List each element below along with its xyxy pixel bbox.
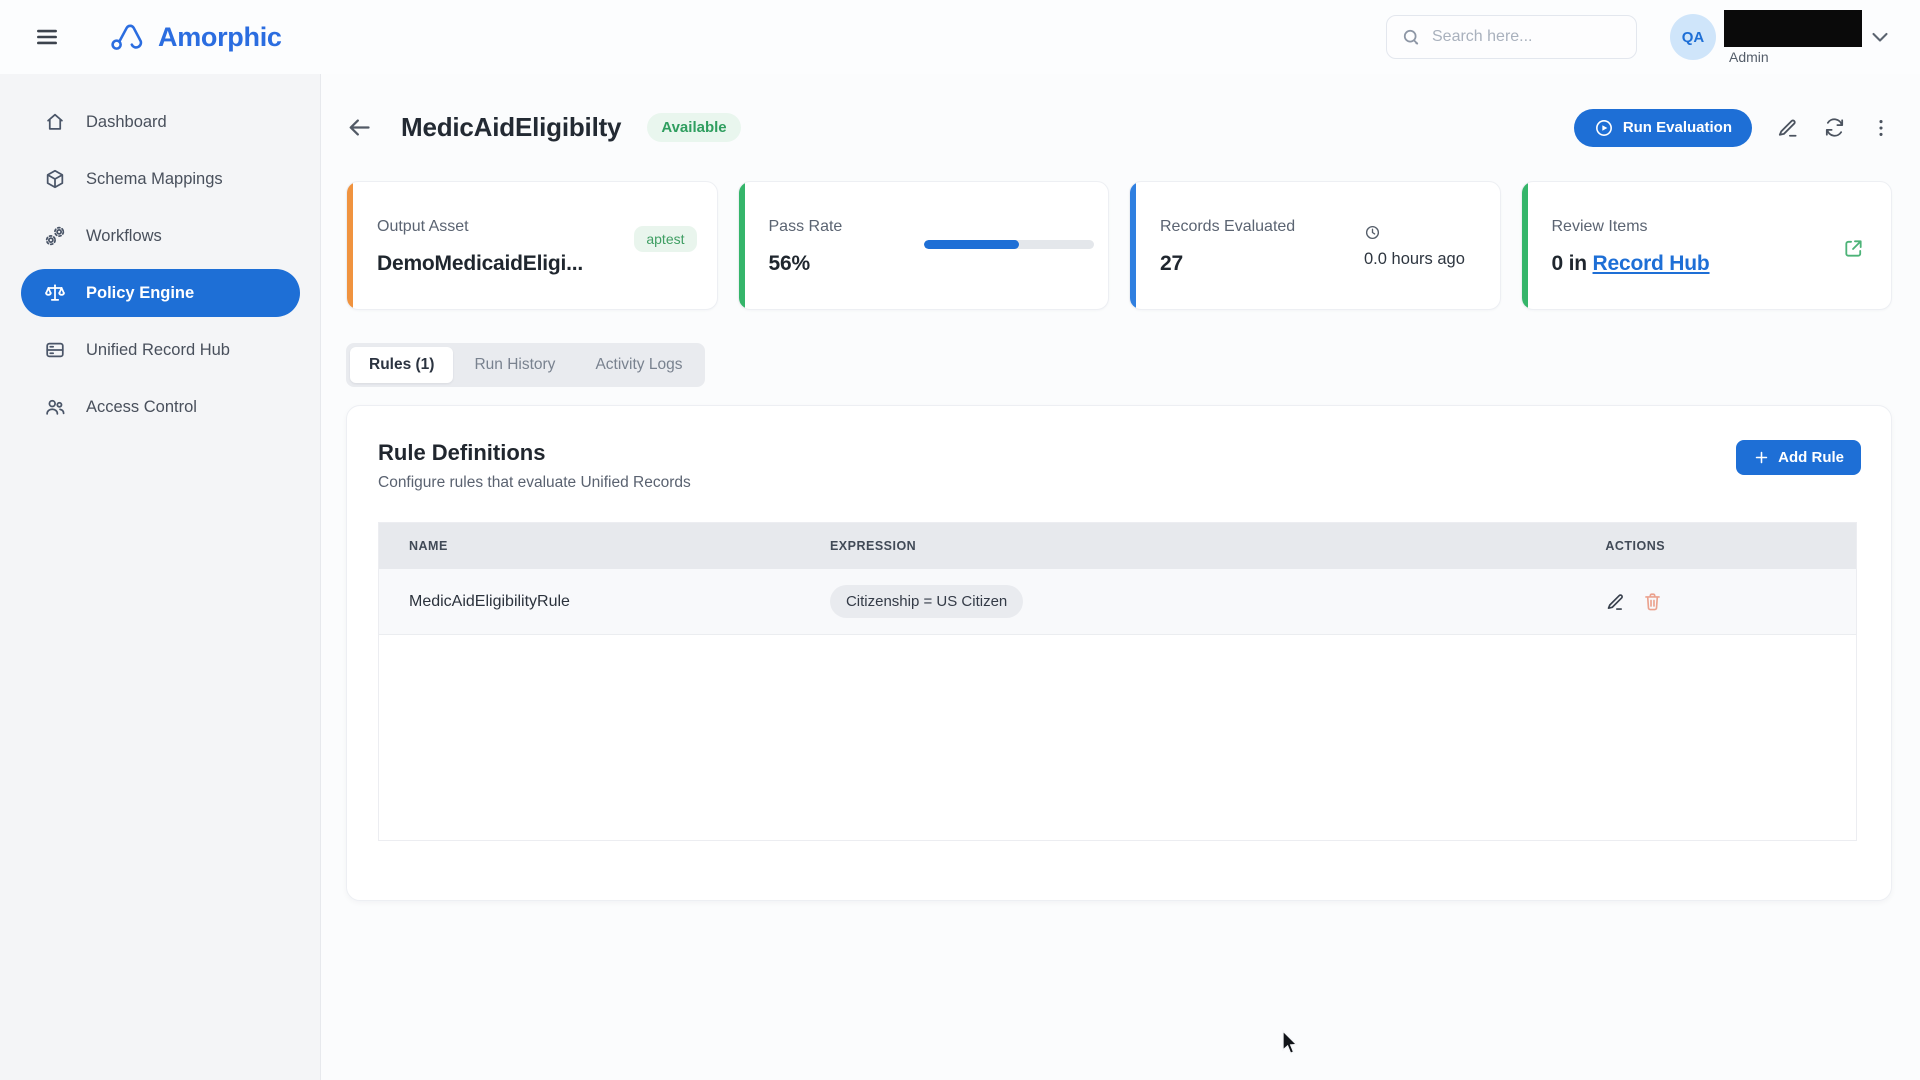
column-header-expression: EXPRESSION bbox=[800, 539, 1575, 553]
scales-icon bbox=[44, 282, 66, 304]
sidebar-item-label: Workflows bbox=[86, 227, 162, 246]
accent-bar bbox=[347, 182, 353, 309]
rule-definitions-card: Rule Definitions Configure rules that ev… bbox=[346, 405, 1892, 901]
accent-bar bbox=[739, 182, 745, 309]
sidebar-item-label: Access Control bbox=[86, 398, 197, 417]
stat-label: Review Items bbox=[1552, 218, 1872, 236]
search-input[interactable] bbox=[1432, 28, 1622, 46]
hamburger-menu-icon[interactable] bbox=[33, 23, 61, 51]
sidebar-item-dashboard[interactable]: Dashboard bbox=[21, 98, 300, 146]
sidebar-item-policy-engine[interactable]: Policy Engine bbox=[21, 269, 300, 317]
plus-icon bbox=[1753, 449, 1770, 466]
workflow-icon bbox=[44, 225, 66, 247]
chevron-down-icon[interactable] bbox=[1868, 25, 1892, 49]
redacted-username bbox=[1724, 10, 1862, 47]
kebab-menu-icon[interactable] bbox=[1870, 117, 1892, 139]
record-hub-icon bbox=[44, 339, 66, 361]
stat-value: 56% bbox=[769, 252, 1089, 276]
add-rule-label: Add Rule bbox=[1778, 449, 1844, 466]
stat-cards: Output Asset DemoMedicaidEligi... aptest… bbox=[346, 181, 1892, 310]
rule-definitions-subtitle: Configure rules that evaluate Unified Re… bbox=[378, 474, 1857, 492]
amorphic-logo-icon bbox=[109, 20, 151, 54]
amorphic-logo[interactable]: Amorphic bbox=[109, 20, 282, 54]
sidebar-item-label: Unified Record Hub bbox=[86, 341, 230, 360]
sidebar-item-workflows[interactable]: Workflows bbox=[21, 212, 300, 260]
rules-table: NAME EXPRESSION ACTIONS MedicAidEligibil… bbox=[378, 522, 1857, 841]
stat-card-pass-rate: Pass Rate 56% bbox=[738, 181, 1110, 310]
cube-icon bbox=[44, 168, 66, 190]
stat-card-records-evaluated: Records Evaluated 27 0.0 hours ago bbox=[1129, 181, 1501, 310]
avatar[interactable]: QA bbox=[1670, 14, 1716, 60]
last-run-time: 0.0 hours ago bbox=[1364, 224, 1465, 269]
column-header-actions: ACTIONS bbox=[1575, 539, 1856, 553]
table-header-row: NAME EXPRESSION ACTIONS bbox=[379, 523, 1856, 569]
edit-rule-icon[interactable] bbox=[1605, 591, 1626, 612]
stat-value: 0 in Record Hub bbox=[1552, 252, 1872, 276]
detail-tabs: Rules (1) Run History Activity Logs bbox=[346, 343, 705, 387]
sidebar: Dashboard Schema Mappings Workflows bbox=[0, 74, 321, 1080]
user-role-label: Admin bbox=[1729, 49, 1862, 65]
review-count-prefix: 0 in bbox=[1552, 252, 1593, 275]
page-header: MedicAidEligibilty Available Run Evaluat… bbox=[346, 105, 1892, 150]
pass-rate-progress-fill bbox=[924, 240, 1019, 249]
delete-rule-icon[interactable] bbox=[1642, 591, 1663, 612]
run-evaluation-label: Run Evaluation bbox=[1623, 119, 1732, 136]
users-icon bbox=[44, 396, 66, 418]
sidebar-item-label: Dashboard bbox=[86, 113, 167, 132]
stat-label: Pass Rate bbox=[769, 218, 1089, 236]
record-hub-link[interactable]: Record Hub bbox=[1593, 252, 1710, 275]
table-row: MedicAidEligibilityRule Citizenship = US… bbox=[379, 569, 1856, 635]
sidebar-item-label: Schema Mappings bbox=[86, 170, 223, 189]
search-box[interactable] bbox=[1386, 15, 1637, 59]
page-title: MedicAidEligibilty bbox=[401, 112, 621, 143]
main-content: MedicAidEligibilty Available Run Evaluat… bbox=[321, 74, 1920, 1080]
logo-text: Amorphic bbox=[158, 22, 282, 53]
stat-card-output-asset: Output Asset DemoMedicaidEligi... aptest bbox=[346, 181, 718, 310]
asset-badge: aptest bbox=[634, 226, 696, 252]
accent-bar bbox=[1130, 182, 1136, 309]
sidebar-item-label: Policy Engine bbox=[86, 284, 194, 303]
home-icon bbox=[44, 111, 66, 133]
column-header-name: NAME bbox=[379, 539, 800, 553]
accent-bar bbox=[1522, 182, 1528, 309]
clock-icon bbox=[1364, 224, 1381, 241]
edit-icon[interactable] bbox=[1776, 116, 1799, 139]
rule-expression-chip: Citizenship = US Citizen bbox=[830, 585, 1023, 618]
external-link-icon[interactable] bbox=[1842, 237, 1865, 260]
stat-card-review-items: Review Items 0 in Record Hub bbox=[1521, 181, 1893, 310]
topbar: Amorphic QA Admin bbox=[0, 0, 1920, 74]
search-icon bbox=[1401, 27, 1422, 48]
sidebar-item-schema-mappings[interactable]: Schema Mappings bbox=[21, 155, 300, 203]
tab-activity-logs[interactable]: Activity Logs bbox=[576, 347, 701, 383]
play-circle-icon bbox=[1594, 118, 1614, 138]
time-ago-text: 0.0 hours ago bbox=[1364, 250, 1465, 269]
add-rule-button[interactable]: Add Rule bbox=[1736, 440, 1861, 475]
stat-value: DemoMedicaidEligi... bbox=[377, 252, 697, 276]
run-evaluation-button[interactable]: Run Evaluation bbox=[1574, 109, 1752, 147]
tab-run-history[interactable]: Run History bbox=[455, 347, 574, 383]
pass-rate-progress bbox=[924, 240, 1094, 249]
user-block: Admin bbox=[1724, 10, 1862, 65]
table-empty-area bbox=[379, 635, 1856, 840]
back-arrow-icon[interactable] bbox=[346, 114, 373, 141]
sidebar-item-access-control[interactable]: Access Control bbox=[21, 383, 300, 431]
sidebar-item-unified-record-hub[interactable]: Unified Record Hub bbox=[21, 326, 300, 374]
rule-definitions-title: Rule Definitions bbox=[378, 440, 1857, 466]
refresh-icon[interactable] bbox=[1823, 116, 1846, 139]
tab-rules[interactable]: Rules (1) bbox=[350, 347, 453, 383]
status-badge: Available bbox=[647, 113, 740, 142]
rule-name: MedicAidEligibilityRule bbox=[379, 593, 800, 611]
